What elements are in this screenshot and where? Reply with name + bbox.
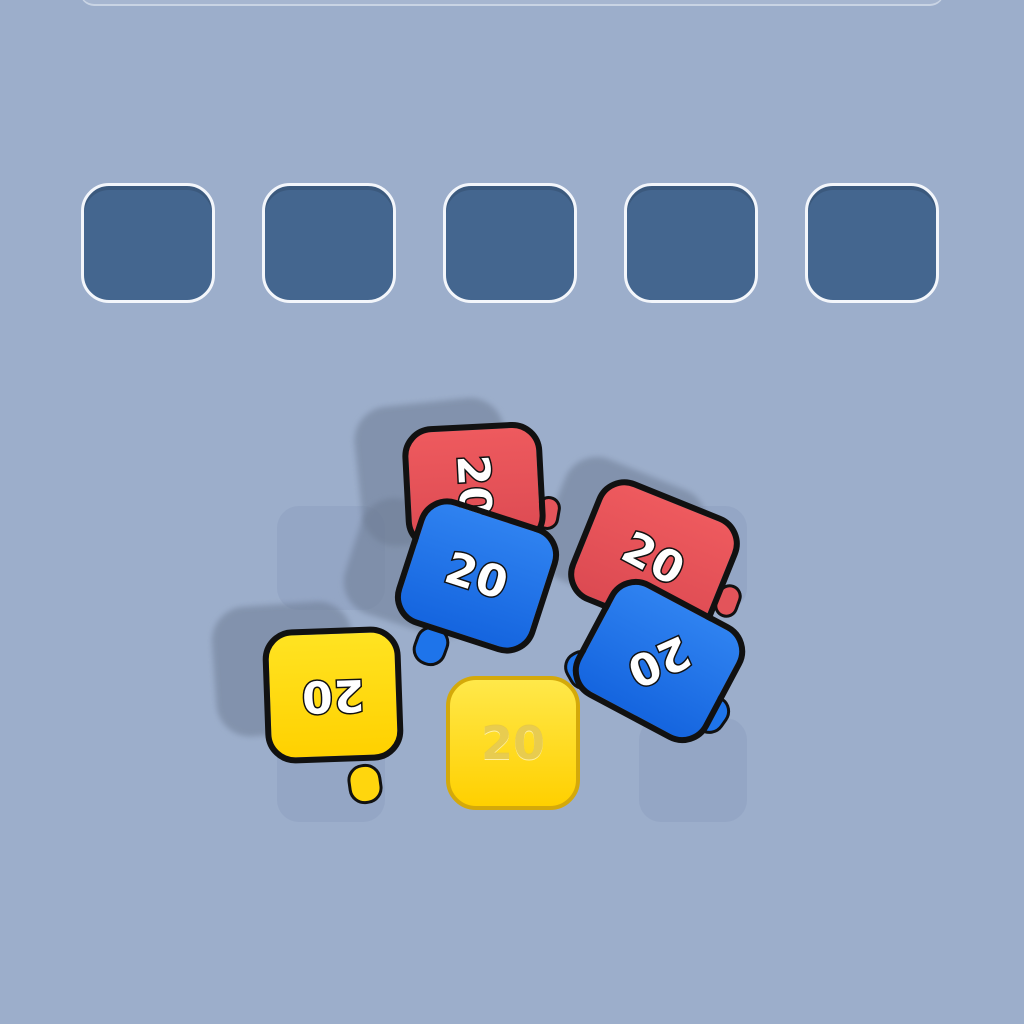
collection-slot-5 (805, 183, 939, 303)
ghost-block-number: 20 (480, 716, 545, 770)
block-number: 20 (299, 667, 367, 723)
game-board: 20 20 20 20 20 20 (0, 0, 1024, 1024)
block-number: 20 (438, 540, 517, 611)
number-block-yellow[interactable]: 20 (261, 625, 405, 765)
collection-slot-3 (443, 183, 577, 303)
ghost-target-block: 20 (446, 676, 580, 810)
collection-slot-2 (262, 183, 396, 303)
top-panel (80, 0, 944, 4)
collection-slot-4 (624, 183, 758, 303)
collection-slot-1 (81, 183, 215, 303)
block-number: 20 (618, 623, 700, 698)
